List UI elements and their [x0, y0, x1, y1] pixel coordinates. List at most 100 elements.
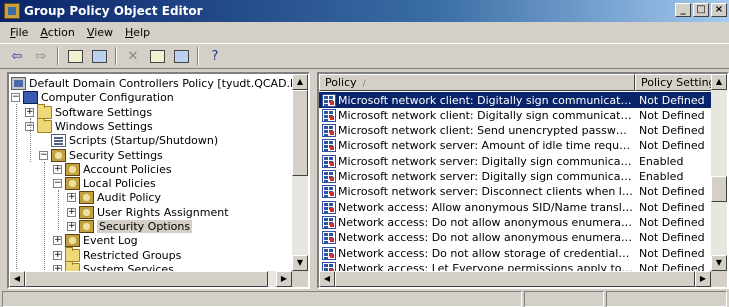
title-bar[interactable]: Group Policy Object Editor _ □ × — [0, 0, 729, 22]
security-policy-icon — [322, 231, 336, 245]
tree-node[interactable]: + Restricted Groups — [53, 246, 182, 262]
tree-node[interactable]: + Event Log — [53, 234, 138, 248]
menu-item-file[interactable]: File — [4, 26, 34, 39]
menu-item-action[interactable]: Action — [34, 26, 80, 39]
help-icon[interactable]: ? — [204, 46, 226, 66]
tree-node[interactable]: − Windows Settings — [25, 117, 153, 133]
expand-icon[interactable]: + — [53, 250, 62, 260]
policy-row[interactable]: Microsoft network server: Digitally sign… — [319, 169, 711, 185]
security-icon — [65, 162, 80, 176]
show-hide-tree-icon[interactable] — [88, 46, 110, 66]
menu-item-help[interactable]: Help — [119, 26, 156, 39]
tree-horizontal-scrollbar[interactable]: ◀ ▶ — [9, 271, 292, 287]
policy-row[interactable]: Microsoft network client: Send unencrypt… — [319, 123, 711, 139]
tree-node[interactable]: Default Domain Controllers Policy [tyudt… — [11, 77, 293, 90]
policy-row[interactable]: Network access: Do not allow anonymous e… — [319, 214, 711, 230]
policy-name-cell: Microsoft network server: Digitally sign… — [338, 154, 633, 168]
status-panel-main — [2, 291, 522, 307]
tree-node[interactable]: − Local Policies — [53, 177, 156, 191]
collapse-icon[interactable]: − — [11, 93, 20, 103]
expand-icon[interactable]: + — [67, 193, 76, 203]
policy-row[interactable]: Microsoft network client: Digitally sign… — [319, 92, 711, 108]
tree-node[interactable]: + User Rights Assignment — [67, 205, 229, 219]
details-list-pane[interactable]: Policy / Policy Setting Microsoft network… — [317, 72, 729, 289]
expand-icon[interactable]: + — [53, 236, 62, 246]
policy-row[interactable]: Microsoft network server: Digitally sign… — [319, 153, 711, 169]
tree-connector-line — [44, 162, 45, 271]
security-policy-icon — [322, 139, 336, 153]
policy-name-cell: Network access: Do not allow anonymous e… — [338, 231, 633, 245]
tree-node[interactable]: + Audit Policy — [67, 191, 161, 205]
properties-icon[interactable] — [146, 46, 168, 66]
security-icon — [65, 234, 80, 248]
policy-row[interactable]: Microsoft network server: Disconnect cli… — [319, 184, 711, 200]
delete-icon[interactable]: ✕ — [122, 46, 144, 66]
policy-name-cell: Network access: Let Everyone permissions… — [338, 261, 633, 271]
expand-icon[interactable]: + — [67, 207, 76, 217]
policy-name-cell: Microsoft network server: Disconnect cli… — [338, 185, 633, 199]
scroll-right-icon[interactable]: ▶ — [695, 271, 711, 287]
policy-setting-cell: Not Defined — [638, 231, 705, 245]
tree-node[interactable]: + System Services — [53, 260, 174, 271]
tree-scroll-thumb[interactable] — [292, 90, 308, 176]
column-header-policy[interactable]: Policy / — [319, 74, 635, 91]
console-tree[interactable]: Default Domain Controllers Policy [tyudt… — [9, 74, 293, 271]
close-button[interactable]: × — [711, 3, 727, 17]
expand-icon[interactable]: + — [67, 222, 76, 231]
tree-node[interactable]: + Security Options — [67, 220, 193, 233]
scroll-up-icon[interactable]: ▲ — [711, 74, 727, 90]
policy-row[interactable]: Network access: Let Everyone permissions… — [319, 260, 711, 271]
maximize-button[interactable]: □ — [693, 3, 709, 17]
minimize-button[interactable]: _ — [675, 3, 691, 17]
tree-node-label: Restricted Groups — [83, 248, 182, 262]
collapse-icon[interactable]: − — [39, 150, 48, 160]
policy-name-cell: Microsoft network server: Amount of idle… — [338, 139, 633, 153]
scroll-down-icon[interactable]: ▼ — [292, 255, 308, 271]
scroll-left-icon[interactable]: ◀ — [319, 271, 335, 287]
tree-node[interactable]: − Security Settings — [39, 148, 163, 162]
gpo-editor-app-icon[interactable] — [4, 3, 20, 19]
tree-node[interactable]: + Account Policies — [53, 162, 172, 176]
tree-node-label: Security Options — [97, 220, 193, 233]
tree-node-label: Local Policies — [83, 177, 156, 191]
policy-row[interactable]: Microsoft network server: Amount of idle… — [319, 138, 711, 154]
tree-vertical-scrollbar[interactable]: ▲ ▼ — [292, 74, 308, 271]
list-scroll-thumb[interactable] — [711, 176, 727, 202]
console-tree-pane[interactable]: Default Domain Controllers Policy [tyudt… — [7, 72, 310, 289]
tree-node[interactable]: + Software Settings — [25, 103, 152, 119]
list-horizontal-scrollbar[interactable]: ◀ ▶ — [319, 271, 711, 287]
sort-indicator: / — [362, 79, 366, 89]
tree-node-label: User Rights Assignment — [97, 205, 229, 219]
tree-node-label: Audit Policy — [97, 191, 161, 205]
scroll-up-icon[interactable]: ▲ — [292, 74, 308, 90]
folder-icon — [65, 246, 80, 262]
policy-row[interactable]: Network access: Do not allow storage of … — [319, 245, 711, 261]
scroll-left-icon[interactable]: ◀ — [9, 271, 25, 287]
back-icon[interactable]: ⇦ — [6, 46, 28, 66]
tree-hscroll-thumb[interactable] — [25, 271, 268, 287]
export-list-icon[interactable] — [170, 46, 192, 66]
tree-node-label: Scripts (Startup/Shutdown) — [69, 134, 219, 148]
tree-node-label: System Services — [83, 262, 174, 271]
collapse-icon[interactable]: − — [53, 179, 62, 189]
tree-node[interactable]: − Computer Configuration — [11, 91, 174, 105]
forward-icon[interactable]: ⇨ — [30, 46, 52, 66]
scroll-down-icon[interactable]: ▼ — [711, 255, 727, 271]
scroll-right-icon[interactable]: ▶ — [276, 271, 292, 287]
policy-row[interactable]: Network access: Allow anonymous SID/Name… — [319, 199, 711, 215]
up-folder-icon[interactable] — [64, 46, 86, 66]
column-header-policy-setting[interactable]: Policy Setting — [635, 74, 715, 91]
policy-list[interactable]: Microsoft network client: Digitally sign… — [319, 91, 711, 271]
policy-row[interactable]: Network access: Do not allow anonymous e… — [319, 230, 711, 246]
menu-item-view[interactable]: View — [81, 26, 119, 39]
list-vertical-scrollbar[interactable]: ▲ ▼ — [711, 74, 727, 271]
policy-setting-cell: Not Defined — [638, 139, 705, 153]
policy-row[interactable]: Microsoft network client: Digitally sign… — [319, 107, 711, 123]
list-hscroll-thumb[interactable] — [335, 271, 695, 287]
computer-icon — [23, 91, 38, 105]
tree-node[interactable]: Scripts (Startup/Shutdown) — [39, 134, 219, 148]
expand-icon[interactable]: + — [25, 107, 34, 117]
expand-icon[interactable]: + — [53, 164, 62, 174]
policy-setting-cell: Not Defined — [638, 185, 705, 199]
window-title: Group Policy Object Editor — [24, 4, 203, 18]
